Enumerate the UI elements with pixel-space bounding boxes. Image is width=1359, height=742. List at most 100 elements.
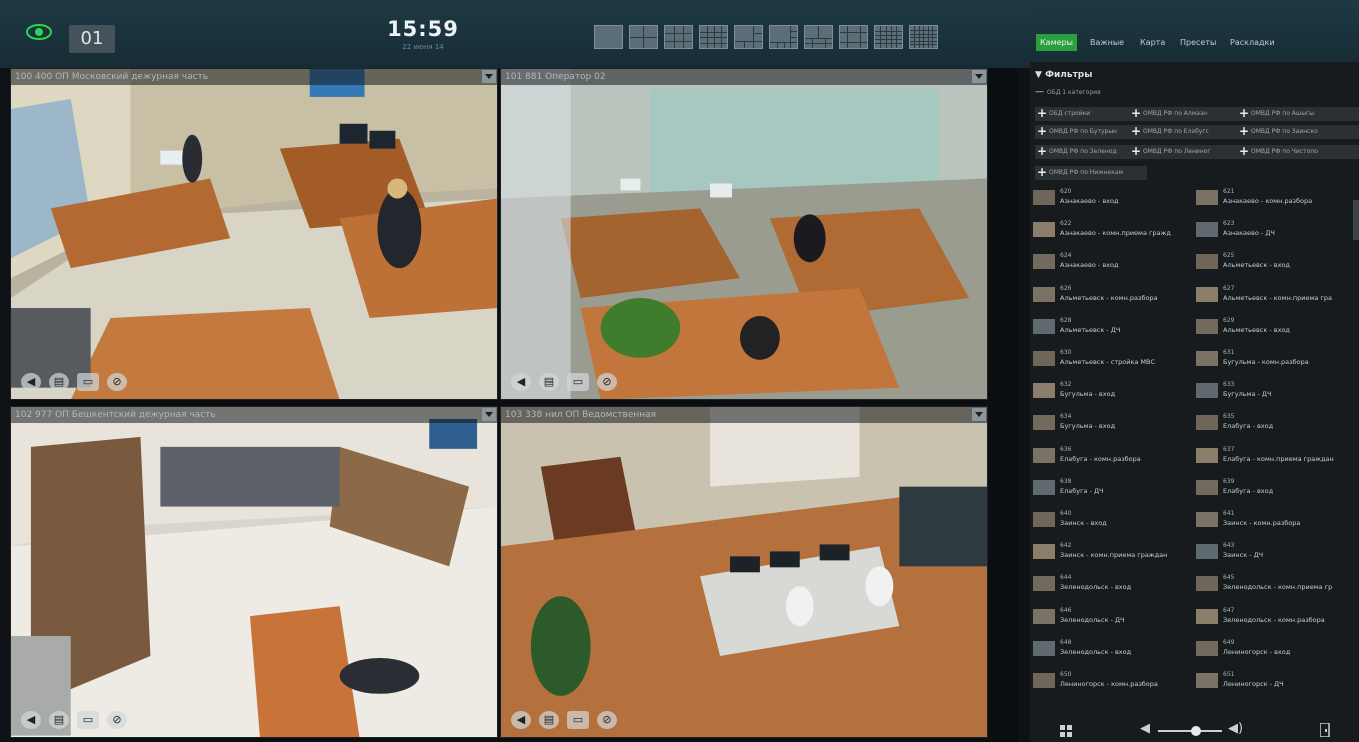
layout-2x2-button[interactable] xyxy=(629,25,658,49)
camera-tile[interactable]: 103 338 нил ОП Ведомственная ◀ ▤ ▭ ⊘ xyxy=(500,406,988,738)
camera-thumbnail xyxy=(1033,447,1055,463)
camera-list-item[interactable]: 648 Зеленодольск - вход xyxy=(1033,637,1187,659)
camera-tile[interactable]: 102 977 ОП Бешкентский дежурная часть ◀ … xyxy=(10,406,498,738)
layout-1plus12-button[interactable] xyxy=(839,25,868,49)
snapshot-icon[interactable]: ▭ xyxy=(77,711,99,729)
video-frame xyxy=(11,69,497,399)
print-icon[interactable]: ▤ xyxy=(49,373,69,391)
filter-button[interactable]: ОМВД РФ по Алмазн xyxy=(1129,107,1247,121)
camera-list-item[interactable]: 645 Зеленодольск - комн.приема гр xyxy=(1196,572,1350,594)
snapshot-icon[interactable]: ▭ xyxy=(77,373,99,391)
triangle-down-icon: ▼ xyxy=(1035,70,1046,80)
audio-icon[interactable]: ◀ xyxy=(21,711,41,729)
camera-list-item[interactable]: 633 Бугульма - ДЧ xyxy=(1196,379,1350,401)
camera-list-item[interactable]: 620 Азнакаево - вход xyxy=(1033,186,1187,208)
list-scrollbar[interactable] xyxy=(1353,200,1359,240)
camera-list-item[interactable]: 632 Бугульма - вход xyxy=(1033,379,1187,401)
camera-menu-button[interactable] xyxy=(482,70,496,83)
camera-list-item[interactable]: 640 Заинск - вход xyxy=(1033,508,1187,530)
camera-list-item[interactable]: 623 Азнакаево - ДЧ xyxy=(1196,218,1350,240)
camera-list-item[interactable]: 635 Елабуга - вход xyxy=(1196,411,1350,433)
camera-list-item[interactable]: 638 Елабуга - ДЧ xyxy=(1033,476,1187,498)
block-icon[interactable]: ⊘ xyxy=(107,373,127,391)
camera-list-item[interactable]: 627 Альметьевск - комн.приема гра xyxy=(1196,283,1350,305)
camera-list-item[interactable]: 624 Азнакаево - вход xyxy=(1033,250,1187,272)
camera-list-item[interactable]: 621 Азнакаево - комн.разбора xyxy=(1196,186,1350,208)
filter-button[interactable]: ОМВД РФ по Зеленод xyxy=(1035,145,1139,159)
filter-button[interactable]: ОМВД РФ по Ашыгы xyxy=(1237,107,1359,121)
camera-list-item[interactable]: 643 Заинск - ДЧ xyxy=(1196,540,1350,562)
volume-mute-icon[interactable]: ◀ xyxy=(1140,721,1150,736)
layout-1plus7-button[interactable] xyxy=(769,25,798,49)
block-icon[interactable]: ⊘ xyxy=(597,373,617,391)
print-icon[interactable]: ▤ xyxy=(539,373,559,391)
filter-button[interactable]: ОМВД РФ по Лениног xyxy=(1129,145,1247,159)
audio-icon[interactable]: ◀ xyxy=(511,711,531,729)
grid-icon[interactable] xyxy=(1060,725,1072,737)
camera-list-item[interactable]: 644 Зеленодольск - вход xyxy=(1033,572,1187,594)
snapshot-icon[interactable]: ▭ xyxy=(567,711,589,729)
camera-tile[interactable]: 100 400 ОП Московский дежурная часть ◀ ▤… xyxy=(10,68,498,400)
layout-1plus5-button[interactable] xyxy=(734,25,763,49)
camera-list-item[interactable]: 630 Альметьевск - стройка МВС xyxy=(1033,347,1187,369)
camera-menu-button[interactable] xyxy=(972,408,986,421)
filter-button[interactable]: ОМВД РФ по Заинско xyxy=(1237,125,1359,139)
layout-4x4-button[interactable] xyxy=(699,25,728,49)
camera-list-item[interactable]: 636 Елабуга - комн.разбора xyxy=(1033,444,1187,466)
volume-slider[interactable] xyxy=(1158,726,1222,736)
camera-list-item[interactable]: 631 Бугульма - комн.разбора xyxy=(1196,347,1350,369)
volume-slider-knob[interactable] xyxy=(1191,726,1202,736)
camera-list-item[interactable]: 626 Альметьевск - комн.разбора xyxy=(1033,283,1187,305)
camera-tile[interactable]: 101 881 Оператор 02 ◀ ▤ ▭ ⊘ xyxy=(500,68,988,400)
layout-6x6-button[interactable] xyxy=(909,25,938,49)
eye-icon[interactable] xyxy=(26,24,52,40)
camera-menu-button[interactable] xyxy=(972,70,986,83)
camera-list-item[interactable]: 642 Заинск - комн.приема граждан xyxy=(1033,540,1187,562)
category-filter[interactable]: — ОБД 1 категория xyxy=(1035,87,1101,97)
block-icon[interactable]: ⊘ xyxy=(107,711,127,729)
camera-list-item[interactable]: 639 Елабуга - вход xyxy=(1196,476,1350,498)
exit-icon[interactable] xyxy=(1320,723,1330,737)
filter-button[interactable]: ОМВД РФ по Чистопо xyxy=(1237,145,1359,159)
camera-list-item[interactable]: 647 Зеленодольск - комн.разбора xyxy=(1196,605,1350,627)
layout-2plus8-button[interactable] xyxy=(804,25,833,49)
tab-important[interactable]: Важные xyxy=(1086,34,1128,51)
layout-5x5-button[interactable] xyxy=(874,25,903,49)
camera-name: Азнакаево - вход xyxy=(1060,261,1119,270)
filter-button[interactable]: ОБД стройки xyxy=(1035,107,1139,121)
camera-list-item[interactable]: 646 Зеленодольск - ДЧ xyxy=(1033,605,1187,627)
layout-selector xyxy=(594,25,938,49)
camera-thumbnail xyxy=(1196,254,1218,270)
layout-1x1-button[interactable] xyxy=(594,25,623,49)
camera-list-item[interactable]: 628 Альметьевск - ДЧ xyxy=(1033,315,1187,337)
camera-menu-button[interactable] xyxy=(482,408,496,421)
filter-button[interactable]: ОМВД РФ по Бутурын xyxy=(1035,125,1139,139)
tab-presets[interactable]: Пресеты xyxy=(1176,34,1220,51)
layout-3x3-button[interactable] xyxy=(664,25,693,49)
tab-layouts[interactable]: Раскладки xyxy=(1226,34,1279,51)
audio-icon[interactable]: ◀ xyxy=(21,373,41,391)
monitor-number-button[interactable]: 01 xyxy=(69,25,115,53)
print-icon[interactable]: ▤ xyxy=(539,711,559,729)
filter-button[interactable]: ОМВД РФ по Елабугс xyxy=(1129,125,1247,139)
tab-map[interactable]: Карта xyxy=(1136,34,1169,51)
volume-up-icon[interactable]: ◀) xyxy=(1228,721,1243,736)
snapshot-icon[interactable]: ▭ xyxy=(567,373,589,391)
print-icon[interactable]: ▤ xyxy=(49,711,69,729)
camera-list-item[interactable]: 634 Бугульма - вход xyxy=(1033,411,1187,433)
camera-list-item[interactable]: 649 Лениногорск - вход xyxy=(1196,637,1350,659)
camera-list-item[interactable]: 629 Альметьевск - вход xyxy=(1196,315,1350,337)
tab-cameras[interactable]: Камеры xyxy=(1036,34,1077,51)
camera-list-item[interactable]: 641 Заинск - комн.разбора xyxy=(1196,508,1350,530)
audio-icon[interactable]: ◀ xyxy=(511,373,531,391)
camera-list-item[interactable]: 622 Азнакаево - комн.приема гражд xyxy=(1033,218,1187,240)
camera-list-item[interactable]: 650 Лениногорск - комн.разбора xyxy=(1033,669,1187,691)
filters-header[interactable]: ▼ Фильтры xyxy=(1035,70,1092,80)
block-icon[interactable]: ⊘ xyxy=(597,711,617,729)
camera-thumbnail xyxy=(1196,640,1218,656)
filter-button[interactable]: ОМВД РФ по Нижнекам xyxy=(1035,166,1147,180)
camera-list-item[interactable]: 625 Альметьевск - вход xyxy=(1196,250,1350,272)
camera-list-item[interactable]: 651 Лениногорск - ДЧ xyxy=(1196,669,1350,691)
camera-list-item[interactable]: 637 Елабуга - комн.приема граждан xyxy=(1196,444,1350,466)
camera-number: 643 xyxy=(1223,542,1235,550)
